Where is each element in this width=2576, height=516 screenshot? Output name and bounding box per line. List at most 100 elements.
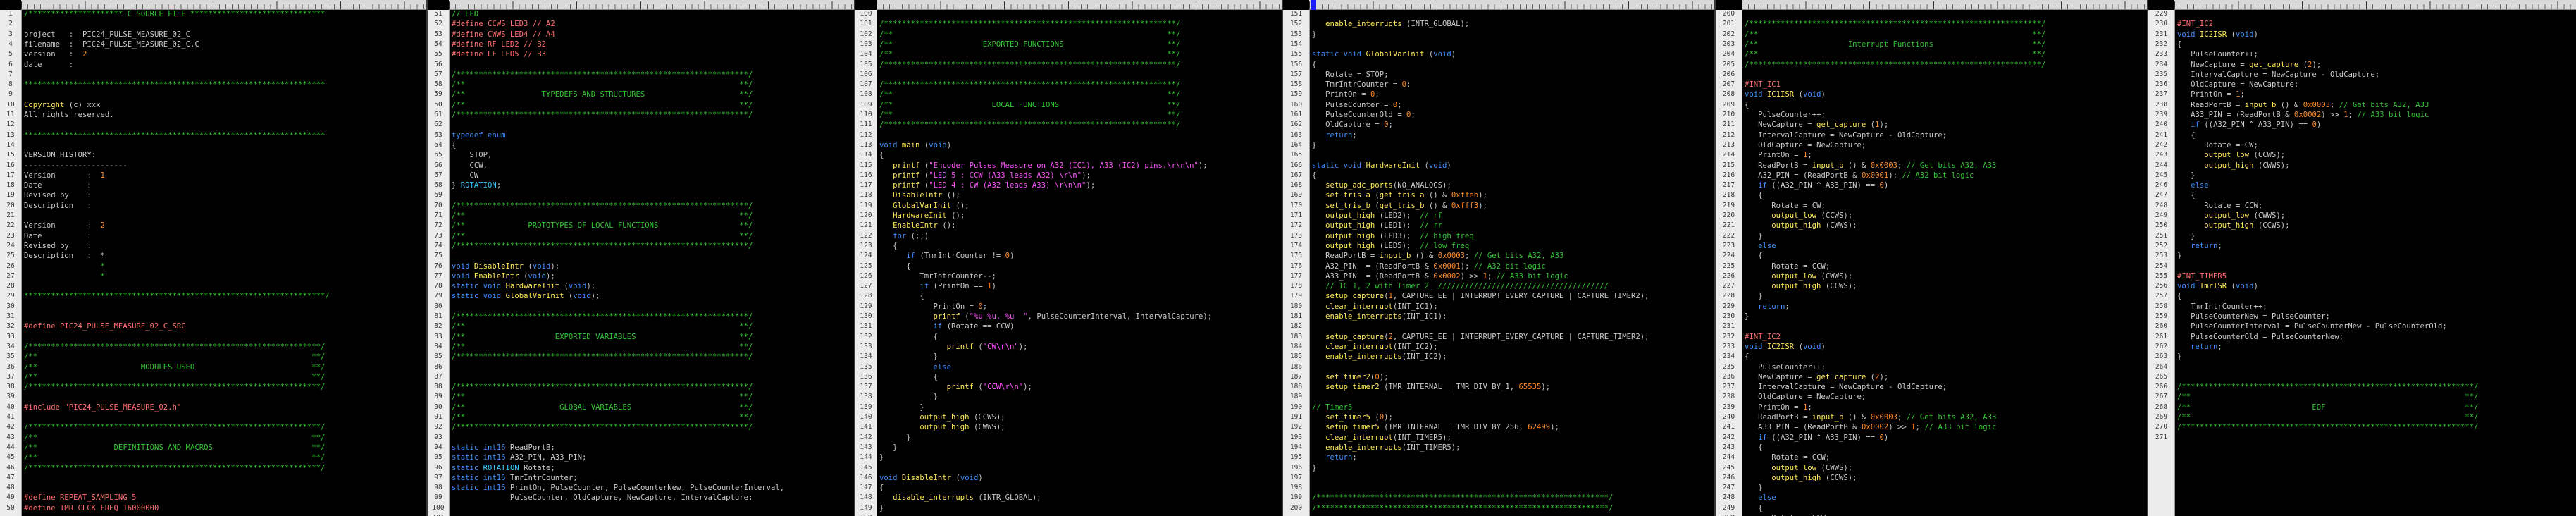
code-line[interactable]: printf ("LED 5 : CCW (A33 leads A32) \r\…	[879, 171, 1091, 181]
code-line[interactable]: clear_interrupt(INT_TIMER5);	[1312, 434, 1451, 443]
code-line[interactable]: NewCapture = get_capture (2);	[1745, 373, 1888, 383]
code-line[interactable]: }	[1312, 141, 1316, 151]
code-line[interactable]: {	[2177, 292, 2181, 302]
code-line[interactable]: output_low (CWWS);	[1745, 272, 1852, 282]
code-line[interactable]: PulseCounter++;	[1745, 111, 1826, 121]
code-line[interactable]: /** **/	[452, 232, 753, 242]
code-line[interactable]: /***************************************…	[1312, 493, 1613, 503]
code-line[interactable]: /** **/	[452, 80, 753, 90]
code-line[interactable]: TmrIntrCounter--;	[879, 272, 996, 282]
code-line[interactable]: /** **/	[2177, 393, 2478, 403]
code-line[interactable]: /** GLOBAL VARIABLES **/	[452, 403, 753, 413]
code-line[interactable]: /***************************************…	[2177, 383, 2478, 393]
code-line[interactable]: Date :	[24, 232, 92, 242]
code-line[interactable]: }	[1312, 464, 1316, 474]
code-line[interactable]: {	[879, 373, 938, 383]
code-line[interactable]: }	[879, 352, 938, 362]
code-line[interactable]: if (TmrIntrCounter != 0)	[879, 252, 1014, 262]
code-line[interactable]: /** Interrupt Functions **/	[1745, 40, 2045, 50]
code-line[interactable]: }	[879, 434, 910, 443]
code-line[interactable]: {	[1745, 443, 1762, 453]
code-line[interactable]: Date :	[24, 181, 92, 191]
code-line[interactable]: date :	[24, 61, 73, 70]
code-line[interactable]: Revised by :	[24, 191, 92, 201]
code-line[interactable]: output_high (CWWS);	[2177, 161, 2289, 171]
code-line[interactable]: void TmrISR (void)	[2177, 282, 2258, 292]
code-line[interactable]: HardwareInit ();	[879, 211, 965, 221]
code-line[interactable]: /***************************************…	[24, 464, 325, 474]
code-line[interactable]: {	[879, 333, 938, 343]
code-line[interactable]: output_high (CCWS);	[1745, 474, 1857, 484]
code-line[interactable]: /** **/	[452, 322, 753, 332]
code-line[interactable]: Revised by :	[24, 242, 92, 252]
code-line[interactable]: set_timer5 (0);	[1312, 413, 1393, 423]
code-line[interactable]: /***************************************…	[24, 343, 325, 352]
code-line[interactable]: }	[879, 504, 884, 514]
code-line[interactable]: /***************************************…	[1745, 61, 2045, 70]
code-line[interactable]: output_low (CWWS);	[1745, 464, 1852, 474]
code-line[interactable]: static void GlobalVarInit (void);	[452, 292, 600, 302]
code-line[interactable]: static int16 TmrIntrCounter;	[452, 474, 578, 484]
code-line[interactable]: output_low (CCWS);	[2177, 151, 2285, 161]
code-line[interactable]: /** LOCAL FUNCTIONS **/	[879, 101, 1180, 111]
code-line[interactable]: output_high (LED2); // rf	[1312, 211, 1442, 221]
code-line[interactable]: ReadPortB = input_b () & 0x0003; // Get …	[1745, 413, 1996, 423]
code-line[interactable]: -----------------------	[24, 161, 128, 171]
code-line[interactable]: /***************************************…	[24, 383, 325, 393]
code-line[interactable]: PulseCounter, OldCapture, NewCapture, In…	[452, 493, 753, 503]
code-line[interactable]: /***************************************…	[879, 121, 1180, 130]
code-line[interactable]: OldCapture = NewCapture;	[1745, 393, 1866, 403]
code-area[interactable]: /********************* C SOURCE FILE ***…	[24, 10, 426, 516]
code-line[interactable]: /** EOF **/	[2177, 403, 2478, 413]
code-line[interactable]: Rotate = STOP;	[1312, 70, 1388, 80]
code-line[interactable]: /** MODULES USED **/	[24, 363, 325, 373]
code-line[interactable]: if ((A32_PIN ^ A33_PIN) == 0)	[2177, 121, 2321, 130]
code-line[interactable]: {	[1745, 191, 1762, 201]
code-line[interactable]: static void HardwareInit (void);	[452, 282, 595, 292]
code-line[interactable]: Rotate = CCW;	[1745, 453, 1830, 463]
code-line[interactable]: printf ("CCW\r\n");	[879, 383, 1032, 393]
code-line[interactable]: TmrIntrCounter = 0;	[1312, 80, 1411, 90]
code-line[interactable]: if (PrintOn == 1)	[879, 282, 996, 292]
code-line[interactable]: filename : PIC24_PULSE_MEASURE_02_C.C	[24, 40, 199, 50]
code-line[interactable]: /** PROTOTYPES OF LOCAL FUNCTIONS **/	[452, 221, 753, 231]
code-area[interactable]: // LED #define CCWS LED3 // A2 #define CWW…	[452, 10, 854, 516]
code-line[interactable]: /***************************************…	[452, 111, 753, 121]
code-line[interactable]: Version : 1	[24, 171, 105, 181]
code-line[interactable]: /** **/	[452, 211, 753, 221]
code-line[interactable]: CW	[452, 171, 479, 181]
code-line[interactable]: STOP,	[452, 151, 493, 161]
code-line[interactable]: /** **/	[2177, 413, 2478, 423]
code-line[interactable]: // Timer5	[1312, 403, 1352, 413]
editor-pane-1[interactable]: 1 2 3 4 5 6 7 8 9 10 11 12 13 14 15 16 17 18 19 20 21 22 23 24 2…	[0, 0, 426, 516]
code-area[interactable]: enable_interrupts (INTR_GLOBAL);} static …	[1312, 10, 1714, 516]
code-line[interactable]: void DisableIntr (void);	[452, 262, 559, 272]
code-line[interactable]: void IC2ISR (void)	[1745, 343, 1826, 352]
code-line[interactable]: TmrIntrCounter++;	[2177, 302, 2267, 312]
code-line[interactable]: return;	[1312, 453, 1357, 463]
code-line[interactable]: output_high (LED5); // low freq	[1312, 242, 1469, 252]
code-line[interactable]: Copyright (c) xxx	[24, 101, 101, 111]
code-line[interactable]: ReadPortB = input_b () & 0x0003; // Get …	[2177, 101, 2429, 111]
code-line[interactable]: A33_PIN = (ReadPortB & 0x0002) >> 1; // …	[1312, 272, 1568, 282]
code-line[interactable]: }	[879, 443, 897, 453]
code-line[interactable]: Version : 2	[24, 221, 105, 231]
code-line[interactable]: output_high (CCWS);	[1745, 282, 1857, 292]
code-line[interactable]: A32_PIN = (ReadPortB & 0x0001); // A32 b…	[1312, 262, 1546, 272]
code-line[interactable]: Description :	[24, 202, 92, 211]
code-line[interactable]: /** **/	[24, 352, 325, 362]
code-line[interactable]: #define CCWS LED3 // A2	[452, 20, 555, 30]
code-line[interactable]: {	[1312, 61, 1316, 70]
code-line[interactable]: /***************************************…	[24, 423, 325, 433]
editor-pane-3[interactable]: 100 101 102 103 104 105 106 107 108 109 110 111 112 1…	[855, 0, 1282, 516]
code-line[interactable]: if ((A32_PIN ^ A33_PIN) == 0)	[1745, 181, 1888, 191]
code-line[interactable]: {	[879, 242, 897, 252]
code-area[interactable]: #INT_IC2 void IC2ISR (void){ PulseCounter…	[2177, 10, 2576, 516]
code-line[interactable]: }	[2177, 252, 2181, 262]
code-line[interactable]: disable_interrupts (INTR_GLOBAL);	[879, 493, 1041, 503]
code-line[interactable]: /** EXPORTED FUNCTIONS **/	[879, 40, 1180, 50]
code-area[interactable]: /***************************************…	[1745, 10, 2147, 516]
code-line[interactable]: #INT_IC2	[1745, 333, 1781, 343]
code-line[interactable]: PulseCounter++;	[2177, 50, 2258, 60]
code-line[interactable]: EnableIntr ();	[879, 221, 955, 231]
